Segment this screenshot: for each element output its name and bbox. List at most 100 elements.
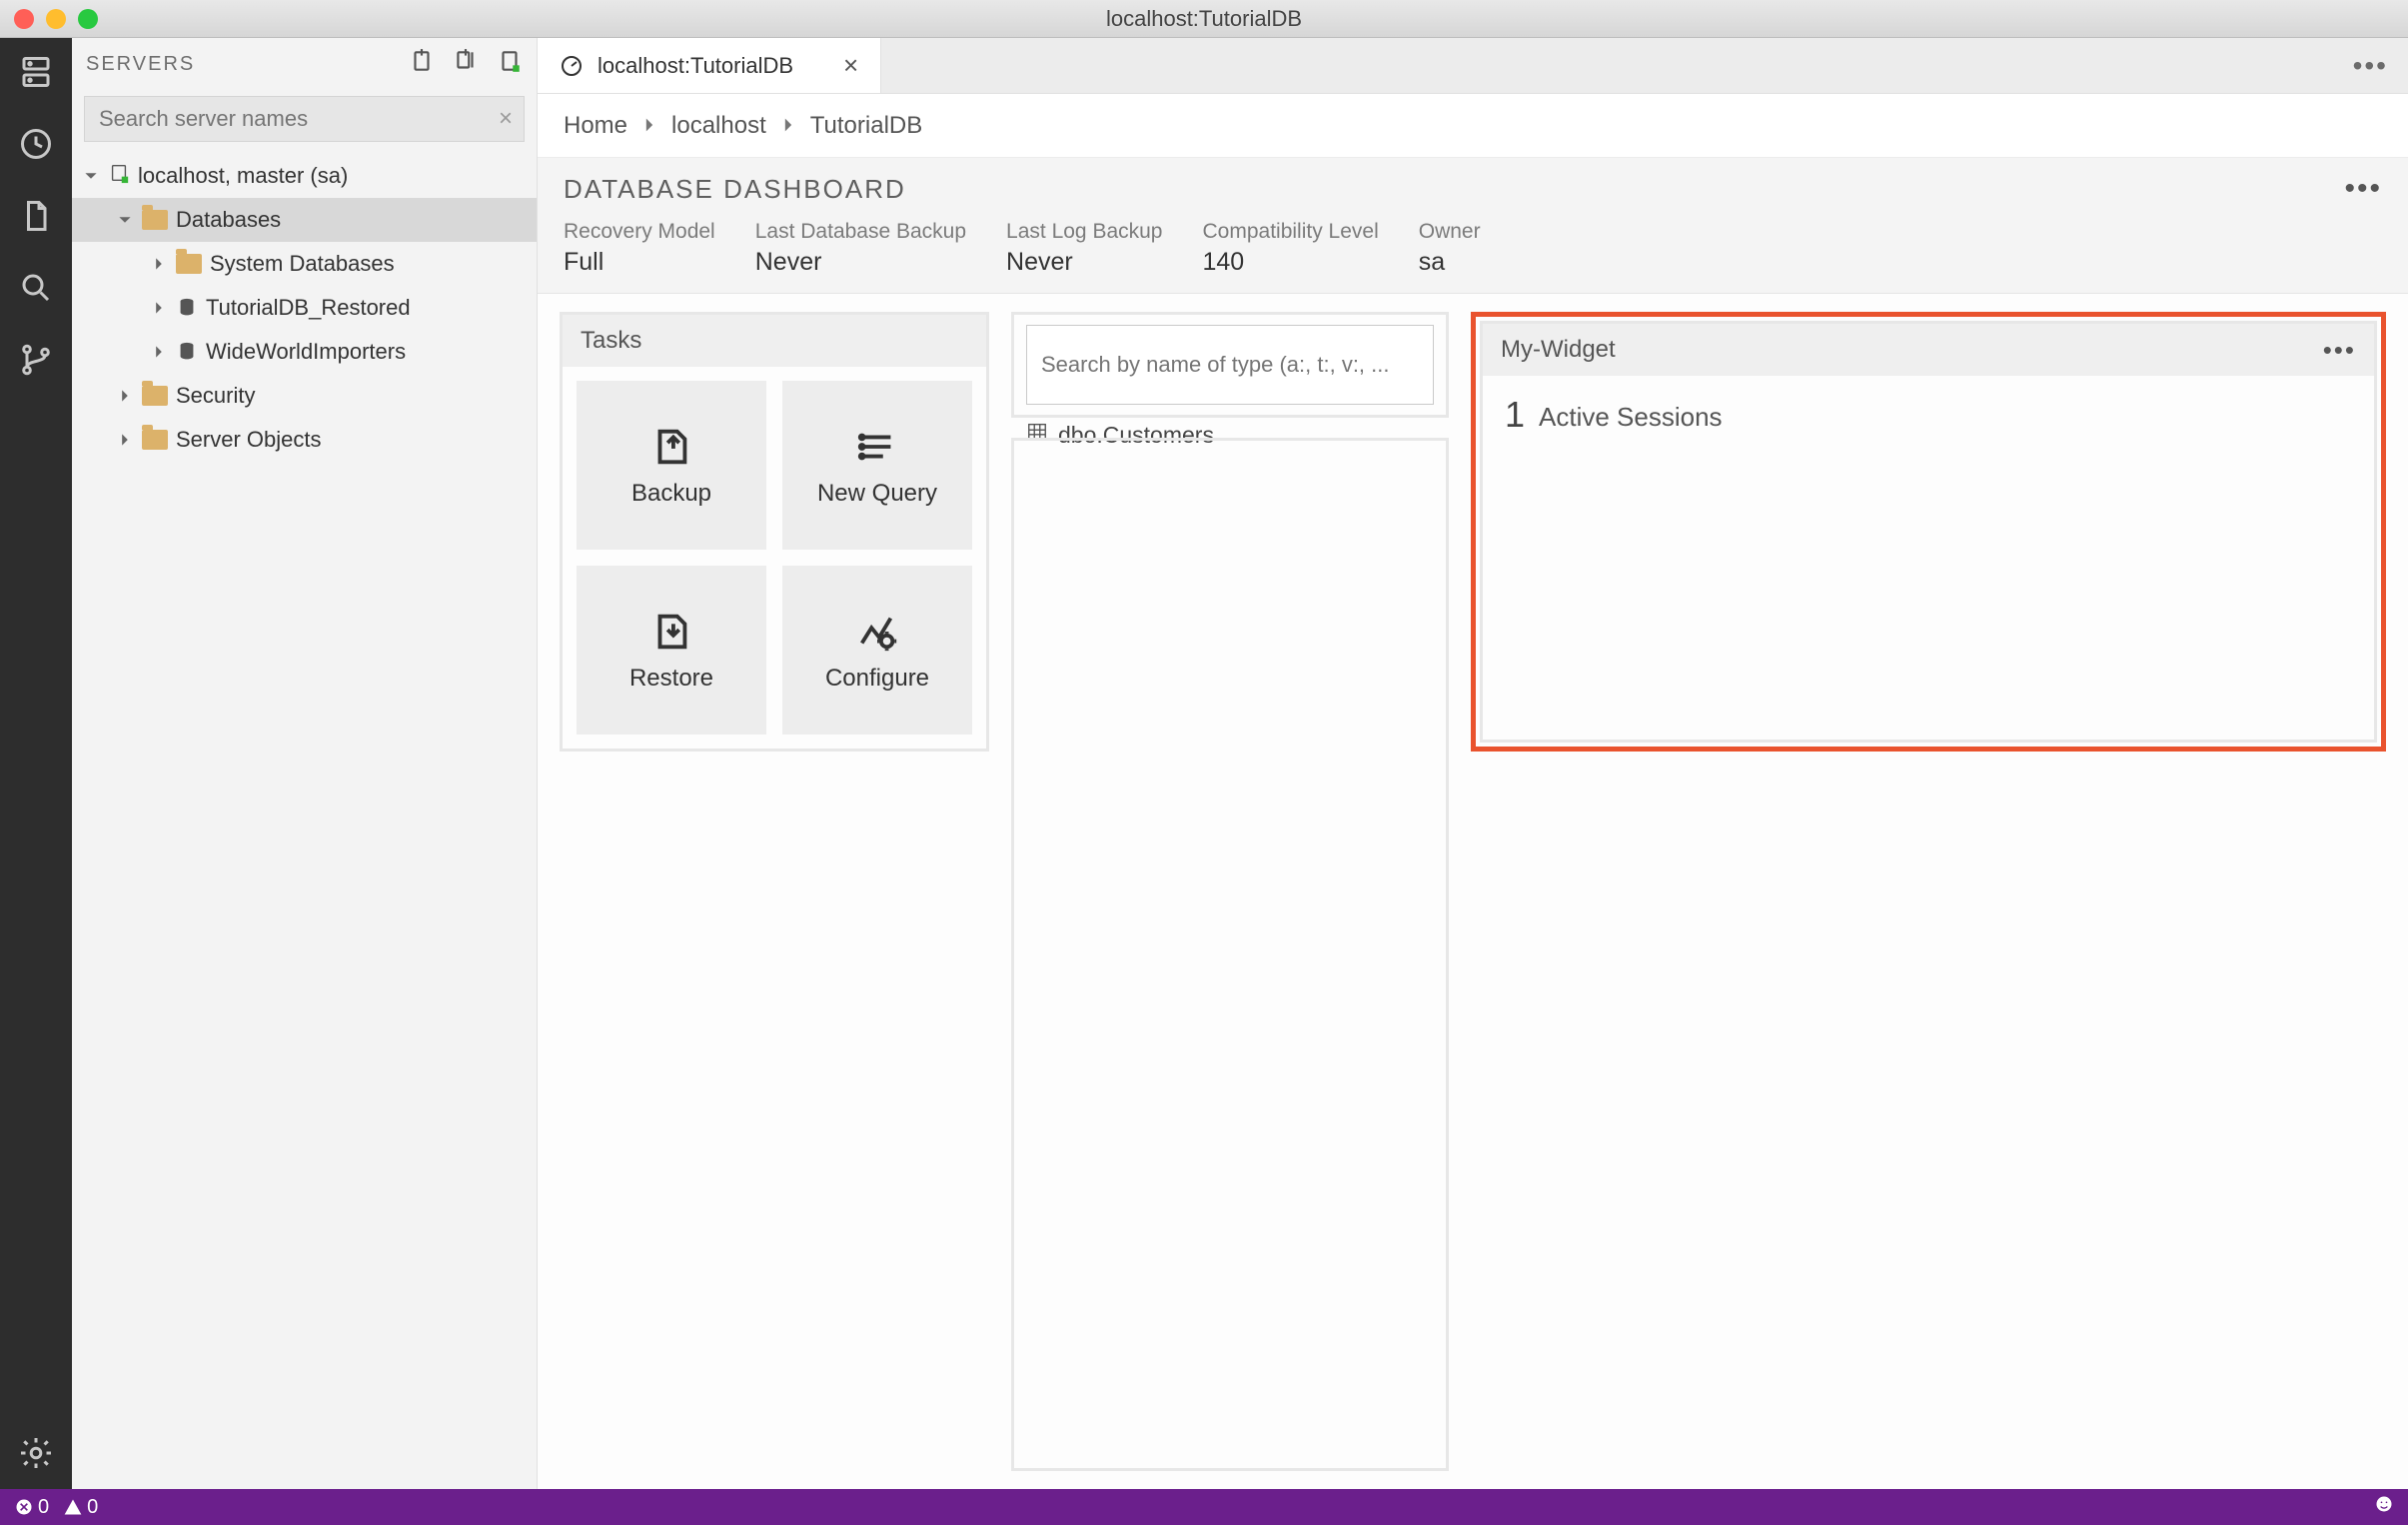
zoom-window-button[interactable] (78, 9, 98, 29)
chevron-right-icon (116, 433, 134, 447)
gear-icon (18, 1435, 54, 1471)
task-restore-button[interactable]: Restore (577, 566, 766, 735)
folder-icon (142, 210, 168, 230)
folder-icon (142, 430, 168, 450)
breadcrumb-bar: Home localhost TutorialDB (538, 94, 2408, 158)
database-icon (176, 297, 198, 319)
activity-history[interactable] (0, 126, 72, 162)
error-icon (14, 1497, 34, 1517)
activity-servers[interactable] (0, 54, 72, 90)
chevron-down-icon (116, 213, 134, 227)
dashboard-title: DATABASE DASHBOARD (564, 174, 2344, 205)
my-widget-title: My-Widget (1501, 336, 1616, 364)
tree-security-label: Security (176, 383, 255, 409)
tree-server-label: localhost, master (sa) (138, 163, 348, 189)
branch-icon (18, 342, 54, 378)
new-connection-button[interactable] (391, 48, 435, 80)
folder-icon (176, 254, 202, 274)
chevron-right-icon (150, 257, 168, 271)
object-list-widget (1011, 438, 1449, 1471)
new-group-button[interactable] (435, 48, 479, 80)
clock-icon (18, 126, 54, 162)
chevron-right-icon (150, 301, 168, 315)
my-widget-more-button[interactable]: ••• (2323, 335, 2356, 366)
task-label: Configure (825, 665, 929, 693)
dashboard-content: Tasks Backup New Query Res (538, 294, 2408, 1489)
clear-search-button[interactable]: × (499, 105, 513, 133)
tree-db-tutorialdb-restored[interactable]: TutorialDB_Restored (72, 286, 537, 330)
status-bar: 0 0 (0, 1489, 2408, 1525)
breadcrumb-database[interactable]: TutorialDB (810, 112, 922, 140)
window-title: localhost:TutorialDB (1106, 6, 1302, 32)
toggle-active-button[interactable] (479, 48, 523, 80)
tree-server-objects-node[interactable]: Server Objects (72, 418, 537, 462)
file-icon (18, 198, 54, 234)
tree-item-label: WideWorldImporters (206, 339, 406, 365)
dashboard-properties: Recovery Model Full Last Database Backup… (564, 220, 2382, 277)
server-search-input[interactable] (84, 96, 525, 142)
tree-server-objects-label: Server Objects (176, 427, 322, 453)
minimize-window-button[interactable] (46, 9, 66, 29)
task-configure-button[interactable]: Configure (782, 566, 972, 735)
database-icon (176, 341, 198, 363)
breadcrumb-server[interactable]: localhost (671, 112, 766, 140)
object-search-input[interactable] (1026, 325, 1434, 405)
server-tree: localhost, master (sa) Databases System … (72, 148, 537, 462)
server-glyph-icon (108, 162, 130, 190)
editor-area: localhost:TutorialDB × ••• Home localhos… (538, 38, 2408, 1489)
backup-icon (648, 424, 694, 470)
tree-server-node[interactable]: localhost, master (sa) (72, 154, 537, 198)
active-sessions-count: 1 (1505, 394, 1525, 436)
activity-settings[interactable] (0, 1435, 72, 1471)
sidebar-title: SERVERS (86, 53, 391, 76)
chevron-down-icon (82, 169, 100, 183)
my-widget-body: 1 Active Sessions (1483, 376, 2374, 740)
my-widget-header: My-Widget ••• (1483, 324, 2374, 376)
tree-item-label: System Databases (210, 251, 395, 277)
task-backup-button[interactable]: Backup (577, 381, 766, 550)
restore-icon (648, 609, 694, 655)
servers-sidebar: SERVERS × localhost, master (sa) Databas… (72, 38, 538, 1489)
tree-security-node[interactable]: Security (72, 374, 537, 418)
tab-label: localhost:TutorialDB (598, 53, 793, 79)
configure-icon (854, 609, 900, 655)
status-feedback-button[interactable] (2374, 1494, 2394, 1520)
object-search-widget: dbo.Customers (1011, 312, 1449, 418)
chevron-right-icon (780, 112, 796, 140)
tab-dashboard[interactable]: localhost:TutorialDB × (538, 38, 881, 93)
smiley-icon (2374, 1494, 2394, 1514)
tree-system-databases[interactable]: System Databases (72, 242, 537, 286)
task-label: New Query (817, 480, 937, 508)
tree-databases-node[interactable]: Databases (72, 198, 537, 242)
search-icon (18, 270, 54, 306)
task-new-query-button[interactable]: New Query (782, 381, 972, 550)
prop-last-db-backup: Last Database Backup Never (755, 220, 966, 277)
server-icon (18, 54, 54, 90)
status-warnings[interactable]: 0 (63, 1496, 98, 1519)
activity-source-control[interactable] (0, 342, 72, 378)
status-errors[interactable]: 0 (14, 1496, 49, 1519)
window-titlebar: localhost:TutorialDB (0, 0, 2408, 38)
chevron-right-icon (150, 345, 168, 359)
dashboard-more-button[interactable]: ••• (2344, 172, 2382, 206)
activity-file[interactable] (0, 198, 72, 234)
dashboard-header: DATABASE DASHBOARD ••• Recovery Model Fu… (538, 158, 2408, 294)
server-search-wrap: × (72, 90, 537, 148)
tab-overflow-button[interactable]: ••• (2333, 38, 2408, 93)
tab-bar: localhost:TutorialDB × ••• (538, 38, 2408, 94)
tab-close-button[interactable]: × (843, 50, 858, 81)
task-label: Backup (631, 480, 711, 508)
task-label: Restore (629, 665, 713, 693)
folder-icon (142, 386, 168, 406)
tasks-widget: Tasks Backup New Query Res (560, 312, 989, 752)
tree-db-wideworldimporters[interactable]: WideWorldImporters (72, 330, 537, 374)
activity-search[interactable] (0, 270, 72, 306)
breadcrumb-home[interactable]: Home (564, 112, 627, 140)
prop-owner: Owner sa (1419, 220, 1481, 277)
prop-recovery-model: Recovery Model Full (564, 220, 715, 277)
close-window-button[interactable] (14, 9, 34, 29)
tasks-header: Tasks (563, 315, 986, 367)
new-query-icon (854, 424, 900, 470)
my-widget: My-Widget ••• 1 Active Sessions (1471, 312, 2386, 752)
chevron-right-icon (116, 389, 134, 403)
